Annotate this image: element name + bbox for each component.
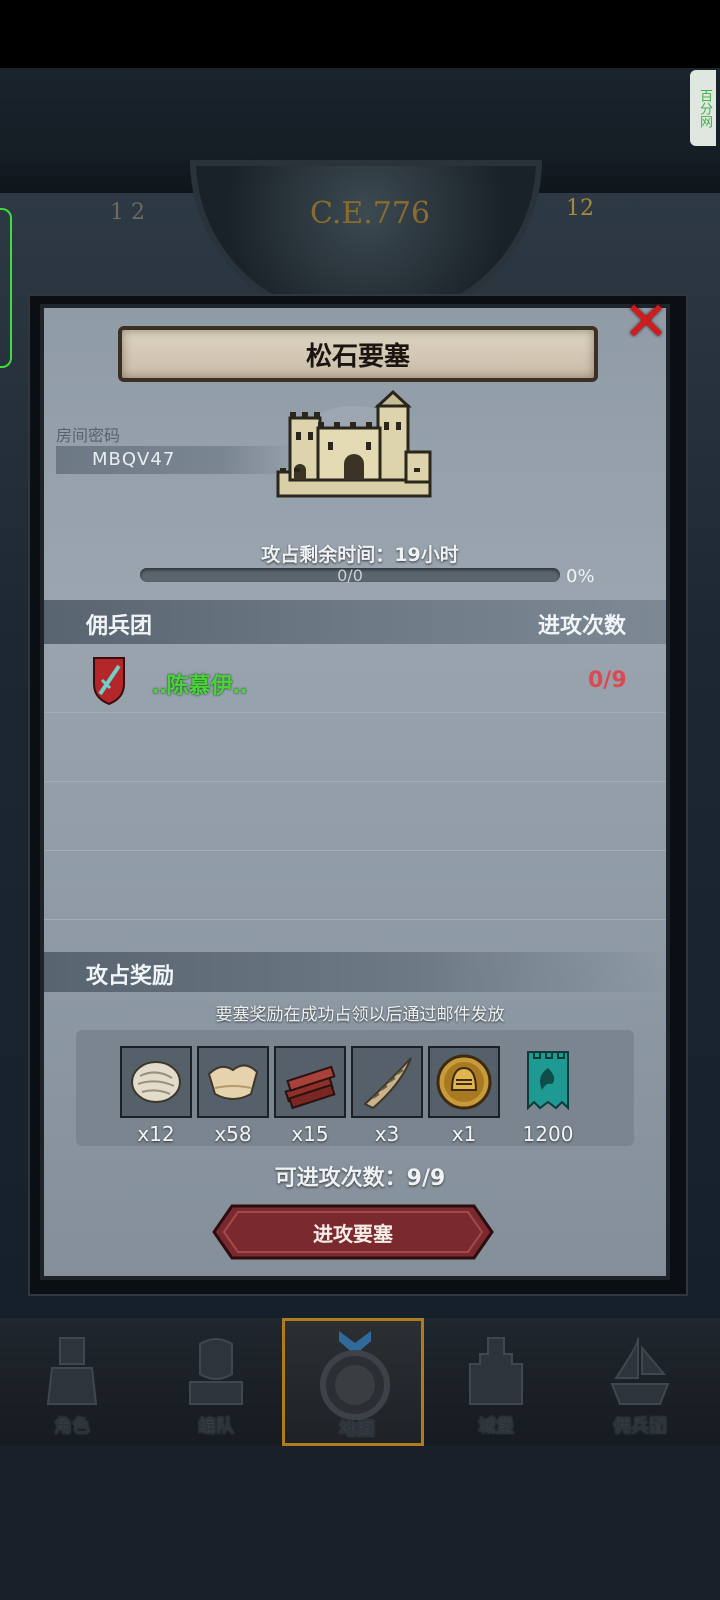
room-code-label: 房间密码 <box>56 426 121 445</box>
reward-item[interactable] <box>351 1046 423 1118</box>
close-x-icon: ✕ <box>623 290 669 353</box>
leather-hide-icon <box>207 1064 259 1100</box>
knight-helmet-coin-icon <box>436 1054 492 1110</box>
column-attack-count: 进攻次数 <box>538 614 627 639</box>
mercenary-name[interactable]: ‥陈慕伊‥ <box>152 668 247 700</box>
nav-label: 佣兵团 <box>613 1416 667 1437</box>
reward-item[interactable] <box>512 1046 584 1118</box>
table-row[interactable] <box>44 644 666 713</box>
progress-count: 0/0 <box>337 566 363 585</box>
reward-qty: x58 <box>214 1122 252 1146</box>
reward-title: 攻占奖励 <box>86 964 175 989</box>
reward-qty: x1 <box>451 1122 477 1146</box>
reward-item[interactable] <box>274 1046 346 1118</box>
nav-label: 编队 <box>198 1416 234 1437</box>
nav-item-map[interactable]: 地图 <box>282 1318 424 1446</box>
horn-icon <box>363 1057 412 1110</box>
nav-item-character[interactable]: 角色 <box>0 1318 144 1446</box>
reward-note: 要塞奖励在成功占领以后通过邮件发放 <box>215 1005 505 1025</box>
nav-label: 角色 <box>54 1416 90 1437</box>
squad-helmet-icon <box>189 1338 243 1405</box>
column-mercenary: 佣兵团 <box>86 614 153 639</box>
table-row-empty <box>44 782 666 851</box>
mercenary-attack-count: 0/9 <box>588 668 627 693</box>
dialog-title-plate: 松石要塞 <box>118 326 598 382</box>
nav-item-mercenary[interactable]: 佣兵团 <box>568 1318 712 1446</box>
mercenary-ship-icon <box>610 1337 670 1405</box>
nav-label: 城堡 <box>478 1416 514 1437</box>
dial-numbers-left: 1 2 <box>110 200 145 225</box>
reward-qty: x3 <box>374 1122 400 1146</box>
guild-shield-icon <box>93 657 125 706</box>
era-text: C.E.776 <box>309 196 431 231</box>
nav-label: 地图 <box>339 1419 375 1440</box>
knight-character-icon <box>46 1337 98 1405</box>
bottom-area <box>0 1446 720 1600</box>
side-handle[interactable] <box>0 208 12 368</box>
side-watermark-tag: 百分网 <box>690 70 716 146</box>
reward-item[interactable] <box>120 1046 192 1118</box>
nav-item-squad[interactable]: 编队 <box>144 1318 288 1446</box>
close-button[interactable]: ✕ <box>620 294 672 350</box>
fur-pelt-icon <box>131 1061 181 1103</box>
map-compass-icon <box>320 1331 390 1420</box>
dialog-title: 松石要塞 <box>305 341 410 372</box>
status-bar <box>0 0 720 68</box>
attacks-remaining: 可进攻次数：9/9 <box>274 1166 446 1191</box>
reward-item[interactable] <box>197 1046 269 1118</box>
table-row-empty <box>44 713 666 782</box>
room-code-value[interactable]: MBQV47 <box>92 449 175 470</box>
wood-planks-icon <box>284 1065 336 1110</box>
table-row-empty <box>44 851 666 920</box>
reward-qty: x12 <box>137 1122 175 1146</box>
reward-qty: x15 <box>291 1122 329 1146</box>
reward-qty: 1200 <box>522 1122 574 1146</box>
reward-item[interactable] <box>428 1046 500 1118</box>
capture-time-remaining: 攻占剩余时间：19小时 <box>261 544 459 566</box>
nav-item-castle[interactable]: 城堡 <box>424 1318 568 1446</box>
castle-icon <box>469 1337 523 1405</box>
attack-fortress-label: 进攻要塞 <box>313 1222 393 1246</box>
fortress-castle-icon <box>276 389 432 498</box>
dial-numbers-right: 12 <box>566 196 594 221</box>
castle-banner-icon <box>527 1051 569 1111</box>
progress-percent: 0% <box>566 566 595 587</box>
